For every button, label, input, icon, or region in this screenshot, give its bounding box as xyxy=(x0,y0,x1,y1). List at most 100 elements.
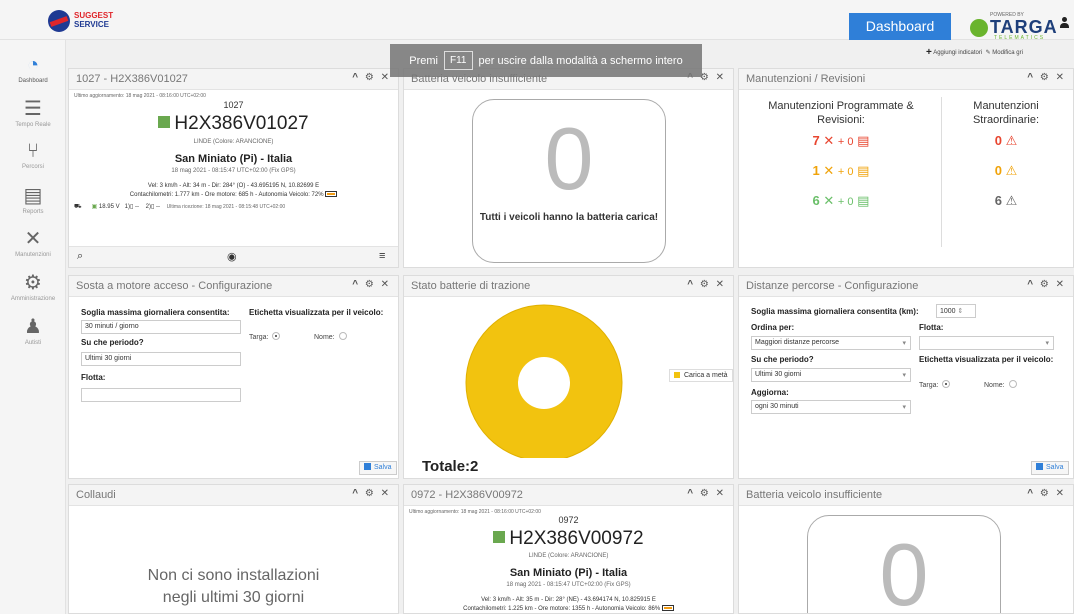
battery-message: Tutti i veicoli hanno la batteria carica… xyxy=(479,212,659,223)
update-label: Aggiorna: xyxy=(751,388,789,397)
distance-period-select[interactable]: Ultimi 30 giorni xyxy=(751,368,911,382)
stepper-icon[interactable]: ⇕ xyxy=(958,308,964,315)
targa-radio[interactable]: Targa: xyxy=(249,332,281,341)
scheduled-maintenance-header: Manutenzioni Programmate & Revisioni: xyxy=(768,100,914,126)
vehicle-panel-0972: 0972 - H2X386V00972 ^ ⚙ ✕ Ultimo aggiorn… xyxy=(403,484,734,614)
dashboard-button[interactable]: Dashboard xyxy=(849,13,951,40)
maintenance-row-green[interactable]: 6 ✕ + 0 ▤ xyxy=(751,193,931,209)
distance-config-panel: Distanze percorse - Configurazione ^ ⚙ ✕… xyxy=(738,275,1074,479)
sidebar-item-tempo-reale[interactable]: ☰ Tempo Reale xyxy=(0,98,66,128)
extraordinary-count: 6 xyxy=(994,193,1002,208)
panel-controls[interactable]: ^ ⚙ ✕ xyxy=(352,488,391,499)
eye-icon[interactable]: ◉ xyxy=(227,250,237,263)
panel-controls[interactable]: ^ ⚙ ✕ xyxy=(352,72,391,83)
battery-count-box[interactable]: 0 xyxy=(807,515,1001,614)
maintenance-row-orange[interactable]: 1 ✕ + 0 ▤ xyxy=(751,163,931,179)
vehicle-plate[interactable]: H2X386V01027 xyxy=(69,113,398,135)
fleet-input[interactable] xyxy=(81,388,241,402)
battery-count-box[interactable]: 0 Tutti i veicoli hanno la batteria cari… xyxy=(472,99,666,263)
update-select[interactable]: ogni 30 minuti xyxy=(751,400,911,414)
distance-threshold-input[interactable]: 1000 ⇕ xyxy=(936,304,976,318)
suggest-service-logo[interactable]: SUGGEST SERVICE xyxy=(48,9,128,33)
order-select[interactable]: Maggiori distanze percorse xyxy=(751,336,911,350)
extraordinary-row-grey[interactable]: 6 ⚠ xyxy=(951,193,1061,209)
nome-radio-button[interactable] xyxy=(338,332,347,340)
sidebar-item-label: Dashboard xyxy=(18,78,48,84)
sidebar-item-manutenzioni[interactable]: ✕ Manutenzioni xyxy=(0,228,66,258)
vehicle-toolbar: ⌕ ◉ ≡ xyxy=(69,246,398,267)
vehicle-plate[interactable]: H2X386V00972 xyxy=(404,528,733,550)
save-label: Salva xyxy=(1046,464,1064,471)
panel-title: Collaudi xyxy=(76,489,116,501)
edit-grid-link[interactable]: Modifica gri xyxy=(992,50,1023,56)
panel-controls[interactable]: ^ ⚙ ✕ xyxy=(687,279,726,290)
last-reception: Ultima ricezione: 18 mag 2021 - 08:15:48… xyxy=(166,204,286,210)
extraordinary-row-orange[interactable]: 0 ⚠ xyxy=(951,163,1061,179)
extraordinary-count: 0 xyxy=(994,133,1002,148)
battery-count: 0 xyxy=(879,525,929,614)
gears-icon: ⚙ xyxy=(24,272,42,294)
chart-legend[interactable]: Carica a metà xyxy=(669,369,733,382)
panel-controls[interactable]: ^ ⚙ ✕ xyxy=(687,488,726,499)
maintenance-row-red[interactable]: 7 ✕ + 0 ▤ xyxy=(751,133,931,149)
warning-icon: ⚠ xyxy=(1005,133,1018,148)
top-bar: SUGGEST SERVICE Dashboard POWERED BY TAR… xyxy=(0,0,1074,41)
search-icon[interactable]: ⌕ xyxy=(77,250,83,263)
panel-controls[interactable]: ^ ⚙ ✕ xyxy=(352,279,391,290)
period-input[interactable]: Ultimi 30 giorni xyxy=(81,352,241,366)
nome-radio[interactable]: Nome: xyxy=(314,332,347,341)
legend-label: Carica a metà xyxy=(684,372,728,379)
voltage-icon: ▣ xyxy=(91,204,98,210)
threshold-input[interactable]: 30 minuti / giorno xyxy=(81,320,241,334)
add-indicators-link[interactable]: Aggiungi indicatori xyxy=(933,50,982,56)
vehicle-icon xyxy=(493,531,506,543)
panel-title: Sosta a motore acceso - Configurazione xyxy=(76,280,273,292)
save-button[interactable]: Salva xyxy=(359,461,397,475)
panel-title: Stato batterie di trazione xyxy=(411,280,531,292)
sidebar-item-amministrazione[interactable]: ⚙ Amministrazione xyxy=(0,272,66,302)
panel-controls[interactable]: ^ ⚙ ✕ xyxy=(1027,279,1066,290)
distance-fleet-select[interactable] xyxy=(919,336,1054,350)
panel-header: Collaudi ^ ⚙ ✕ xyxy=(69,485,398,506)
vehicle-date: 18 mag 2021 - 08:15:47 UTC+02:00 (Fix GP… xyxy=(171,168,296,174)
sidebar-item-autisti[interactable]: ♟ Autisti xyxy=(0,316,66,346)
scheduled-count: 6 xyxy=(812,193,820,208)
sidebar-item-label: Autisti xyxy=(24,340,42,346)
revision-count: + 0 xyxy=(837,136,854,148)
sidebar-item-reports[interactable]: ▤ Reports xyxy=(0,185,66,215)
panel-controls[interactable]: ^ ⚙ ✕ xyxy=(1027,72,1066,83)
sidebar-item-dashboard[interactable]: ◔ Dashboard xyxy=(0,54,66,84)
warning-icon: ⚠ xyxy=(1005,193,1018,208)
menu-icon[interactable]: ≡ xyxy=(379,250,385,262)
distance-nome-radio[interactable]: Nome: xyxy=(984,380,1017,389)
forklift-icon: ⛟ xyxy=(74,204,82,210)
targa-sub: TELEMATICS xyxy=(994,35,1046,41)
plus-icon[interactable]: + xyxy=(926,47,932,58)
battery-panel-2: Batteria veicolo insufficiente ^ ⚙ ✕ 0 xyxy=(738,484,1074,614)
last-update: Ultimo aggiornamento: 18 mag 2021 - 08:1… xyxy=(74,93,206,99)
panel-header: Manutenzioni / Revisioni ^ ⚙ ✕ xyxy=(739,69,1073,90)
gauge-icon: ◔ xyxy=(26,54,40,76)
save-button[interactable]: Salva xyxy=(1031,461,1069,475)
pencil-icon[interactable]: ✎ xyxy=(986,50,991,56)
stats2-text: Contachilometri: 1.777 km - Ore motore: … xyxy=(129,192,324,198)
panel-title: Distanze percorse - Configurazione xyxy=(746,280,919,292)
column-divider xyxy=(941,97,942,247)
battery-count: 0 xyxy=(544,109,594,208)
targa-radio-button[interactable] xyxy=(942,380,951,388)
extraordinary-row-red[interactable]: 0 ⚠ xyxy=(951,133,1061,149)
user-icon[interactable] xyxy=(1059,17,1069,29)
revision-count: + 0 xyxy=(837,166,854,178)
toast-key: F11 xyxy=(444,51,473,70)
distance-targa-radio[interactable]: Targa: xyxy=(919,380,951,389)
targa-radio-button[interactable] xyxy=(272,332,281,340)
vehicle-stats-1: Vel: 3 km/h - Alt: 34 m - Dir: 284° (O) … xyxy=(147,183,320,189)
sidebar-item-label: Amministrazione xyxy=(10,296,56,302)
panel-controls[interactable]: ^ ⚙ ✕ xyxy=(1027,488,1066,499)
sidebar-item-percorsi[interactable]: ⑂ Percorsi xyxy=(0,140,66,170)
wifi-icon: ☰ xyxy=(24,98,42,120)
panel-title: Batteria veicolo insufficiente xyxy=(746,489,883,501)
nome-radio-button[interactable] xyxy=(1008,380,1017,388)
panel-header: 1027 - H2X386V01027 ^ ⚙ ✕ xyxy=(69,69,398,90)
vehicle-stats-2: Contachilometri: 1.777 km - Ore motore: … xyxy=(69,191,398,198)
